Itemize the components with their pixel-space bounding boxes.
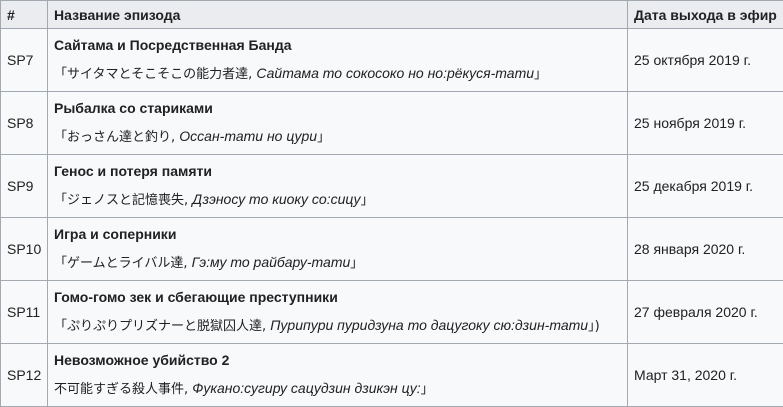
quote-close: 」 xyxy=(534,67,547,82)
episode-original-title: 「ぷりぷりプリズナーと脱獄囚人達, Пурипури пуридзуна то … xyxy=(54,316,621,336)
episode-title-cell: Генос и потеря памяти 「ジェノスと記憶喪失, Дзэнос… xyxy=(48,155,628,218)
episode-air-date: 25 декабря 2019 г. xyxy=(628,155,783,218)
episode-title-cell: Рыбалка со стариками 「おっさん達と釣り, Оссан-та… xyxy=(48,92,628,155)
episode-original-title: 不可能すぎる殺人事件, Фукано:сугиру сацудзин дзикэ… xyxy=(54,379,621,399)
episode-air-date: 27 февраля 2020 г. xyxy=(628,281,783,344)
romanized-title: Сайтама то сокосоко но но:рёкуся-тати xyxy=(256,65,534,81)
episode-title-cell: Гомо-гомо зек и сбегающие преступники 「ぷ… xyxy=(48,281,628,344)
table-row: SP11 Гомо-гомо зек и сбегающие преступни… xyxy=(1,281,783,344)
japanese-title: おっさん達と釣り, xyxy=(67,130,179,145)
quote-close: 」 xyxy=(317,130,330,145)
japanese-title: ゲームとライバル達, xyxy=(67,256,192,271)
quote-close: 」 xyxy=(421,382,434,397)
table-row: SP10 Игра и соперники 「ゲームとライバル達, Гэ:му … xyxy=(1,218,783,281)
episode-title: Генос и потеря памяти xyxy=(54,162,621,180)
episode-air-date: Март 31, 2020 г. xyxy=(628,344,783,407)
quote-open: 「 xyxy=(54,319,67,334)
episode-air-date: 25 ноября 2019 г. xyxy=(628,92,783,155)
episode-original-title: 「ジェノスと記憶喪失, Дзэносу то киоку со:сицу」 xyxy=(54,190,621,210)
quote-close: 」 xyxy=(350,256,363,271)
quote-open: 「 xyxy=(54,193,67,208)
quote-close: 」 xyxy=(361,193,374,208)
japanese-title: サイタマとそこそこの能力者達, xyxy=(67,67,256,82)
episode-number: SP10 xyxy=(1,218,48,281)
table-row: SP9 Генос и потеря памяти 「ジェノスと記憶喪失, Дз… xyxy=(1,155,783,218)
episode-title: Невозможное убийство 2 xyxy=(54,351,621,369)
episodes-table: # Название эпизода Дата выхода в эфир SP… xyxy=(0,0,783,407)
episode-title: Игра и соперники xyxy=(54,225,621,243)
table-row: SP12 Невозможное убийство 2 不可能すぎる殺人事件, … xyxy=(1,344,783,407)
episode-title-cell: Невозможное убийство 2 不可能すぎる殺人事件, Фукан… xyxy=(48,344,628,407)
romanized-title: Гэ:му то райбару-тати xyxy=(192,254,351,270)
episode-number: SP8 xyxy=(1,92,48,155)
header-episode-title[interactable]: Название эпизода xyxy=(48,1,628,29)
episode-air-date: 28 января 2020 г. xyxy=(628,218,783,281)
japanese-title: 不可能すぎる殺人事件, xyxy=(54,382,192,397)
quote-open: 「 xyxy=(54,130,67,145)
episode-title-cell: Сайтама и Посредственная Банда 「サイタマとそこそ… xyxy=(48,29,628,92)
romanized-title: Пурипури пуридзуна то дацугоку сю:дзин-т… xyxy=(270,317,588,333)
japanese-title: ジェノスと記憶喪失, xyxy=(67,193,192,208)
episode-title: Сайтама и Посредственная Банда xyxy=(54,36,621,54)
episode-original-title: 「ゲームとライバル達, Гэ:му то райбару-тати」 xyxy=(54,253,621,273)
episode-original-title: 「サイタマとそこそこの能力者達, Сайтама то сокосоко но … xyxy=(54,64,621,84)
episode-title: Рыбалка со стариками xyxy=(54,99,621,117)
episode-title: Гомо-гомо зек и сбегающие преступники xyxy=(54,288,621,306)
quote-open: 「 xyxy=(54,256,67,271)
episode-title-cell: Игра и соперники 「ゲームとライバル達, Гэ:му то ра… xyxy=(48,218,628,281)
episode-number: SP11 xyxy=(1,281,48,344)
header-number[interactable]: # xyxy=(1,1,48,29)
romanized-title: Фукано:сугиру сацудзин дзикэн цу: xyxy=(192,380,420,396)
romanized-title: Дзэносу то киоку со:сицу xyxy=(192,191,360,207)
table-header-row: # Название эпизода Дата выхода в эфир xyxy=(1,1,783,29)
episode-number: SP7 xyxy=(1,29,48,92)
episode-number: SP12 xyxy=(1,344,48,407)
romanized-title: Оссан-тати но цури xyxy=(179,128,317,144)
table-row: SP8 Рыбалка со стариками 「おっさん達と釣り, Осса… xyxy=(1,92,783,155)
episode-air-date: 25 октября 2019 г. xyxy=(628,29,783,92)
episode-original-title: 「おっさん達と釣り, Оссан-тати но цури」 xyxy=(54,127,621,147)
quote-open: 「 xyxy=(54,67,67,82)
episode-number: SP9 xyxy=(1,155,48,218)
header-air-date[interactable]: Дата выхода в эфир xyxy=(628,1,783,29)
quote-close: 」) xyxy=(588,319,600,334)
table-row: SP7 Сайтама и Посредственная Банда 「サイタマ… xyxy=(1,29,783,92)
japanese-title: ぷりぷりプリズナーと脱獄囚人達, xyxy=(67,319,270,334)
